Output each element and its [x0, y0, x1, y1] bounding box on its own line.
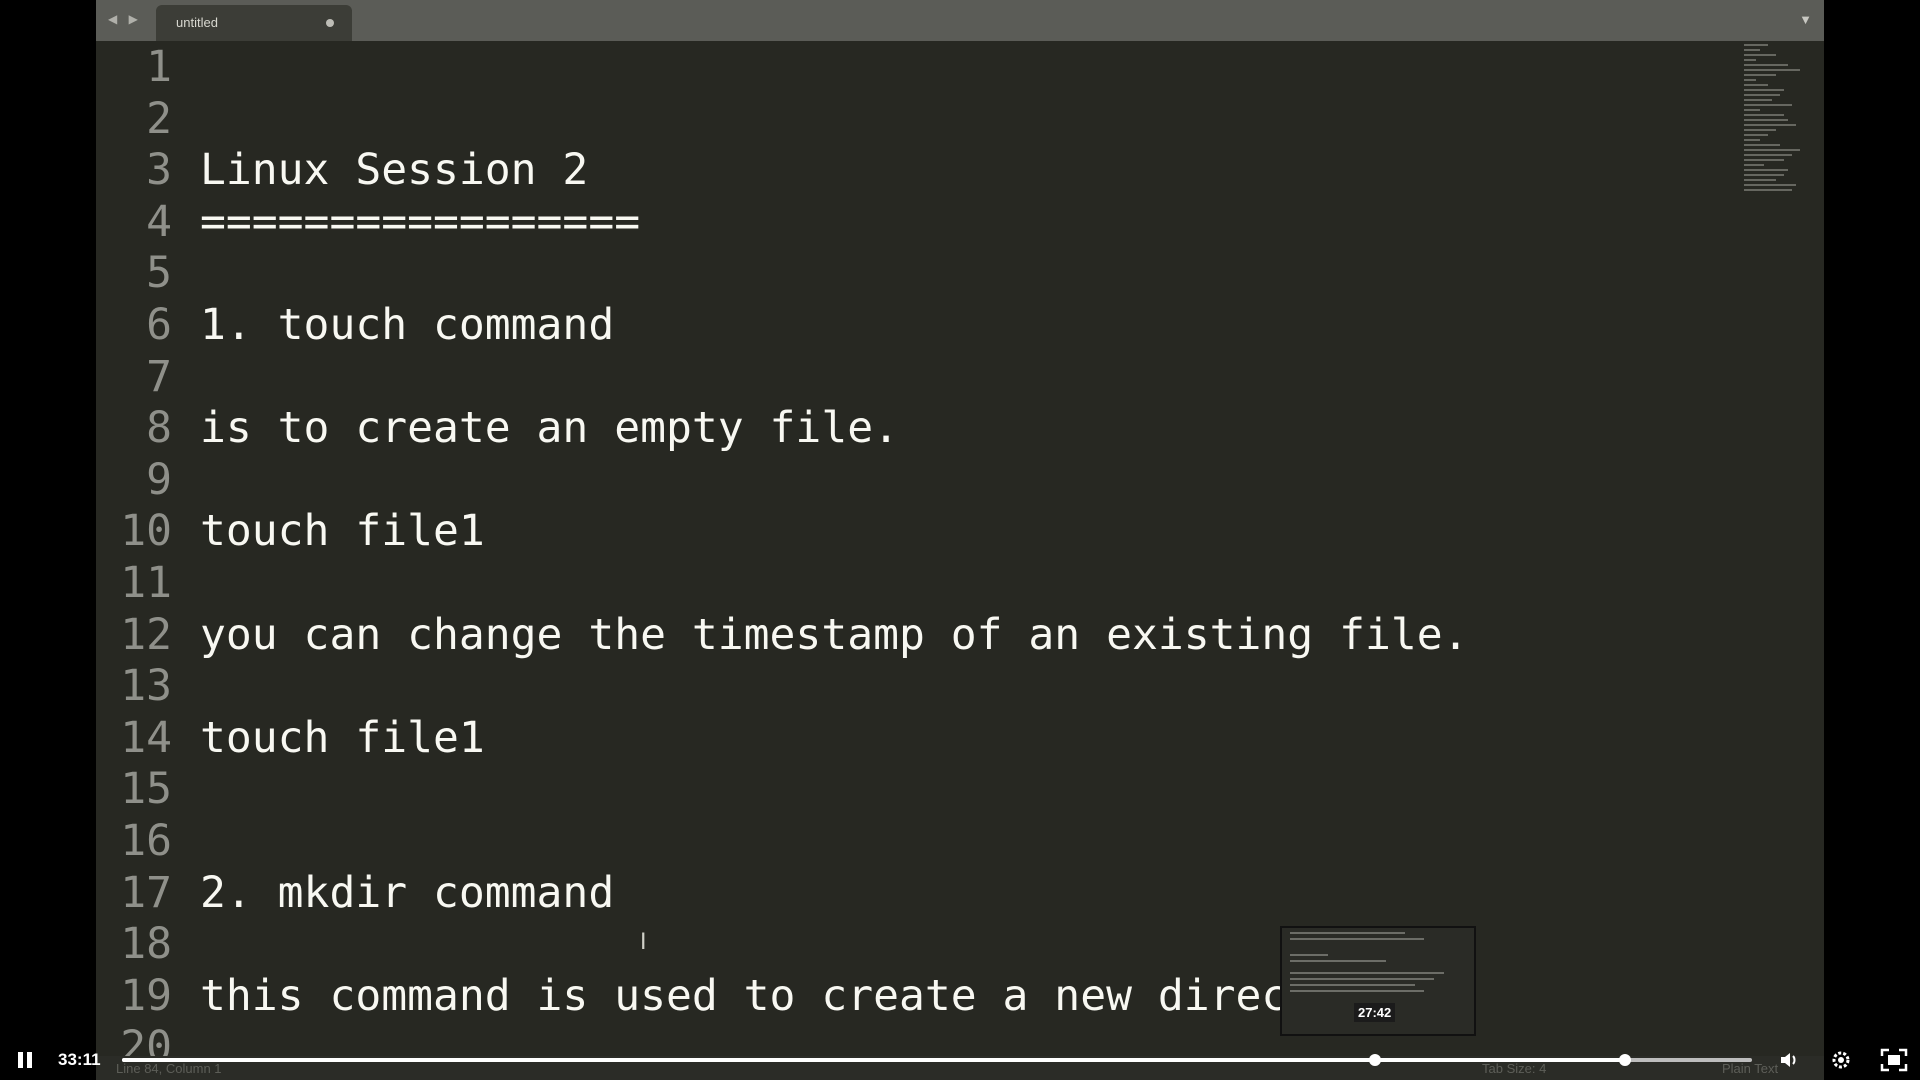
code-line[interactable]: 6 1. touch command [96, 299, 1726, 351]
tab-bar: ◀ ▶ untitled ▼ [96, 0, 1824, 41]
unsaved-dot-icon[interactable] [326, 19, 334, 27]
pause-icon[interactable] [12, 1048, 38, 1074]
minimap-line [1744, 184, 1796, 186]
minimap[interactable] [1744, 44, 1824, 254]
line-number: 19 [120, 970, 172, 1021]
line-number: 1 [146, 42, 172, 92]
line-number: 12 [120, 609, 172, 660]
line-number: 17 [120, 867, 172, 918]
volume-icon[interactable] [1776, 1048, 1804, 1072]
seek-preview-thumbnail: 27:42 [1280, 926, 1476, 1036]
minimap-line [1744, 139, 1760, 141]
minimap-line [1744, 114, 1784, 116]
line-text[interactable]: 1. touch command [200, 299, 614, 351]
minimap-line [1744, 169, 1788, 171]
line-number: 8 [146, 403, 172, 454]
preview-time: 27:42 [1354, 1003, 1396, 1022]
seek-bar[interactable] [122, 1054, 1752, 1066]
code-line[interactable]: 13 [96, 660, 1726, 712]
code-line[interactable]: 5 [96, 247, 1726, 299]
minimap-line [1744, 54, 1776, 56]
line-text[interactable]: this command is used to create a new dir… [200, 970, 1391, 1022]
seek-handle[interactable] [1618, 1054, 1631, 1066]
minimap-line [1744, 44, 1768, 46]
line-text[interactable]: you can change the timestamp of an exist… [200, 609, 1469, 661]
seek-hover-marker [1369, 1054, 1382, 1066]
line-number: 13 [120, 661, 172, 712]
line-text[interactable]: ================= [200, 196, 640, 248]
code-line[interactable]: 8 is to create an empty file. [96, 402, 1726, 454]
line-number: 2 [146, 93, 172, 144]
minimap-line [1744, 109, 1760, 111]
tab-title: untitled [176, 15, 218, 30]
code-area[interactable]: 1 2 3 Linux Session 2 4 ================= 5 6 1.… [96, 41, 1726, 1072]
code-line[interactable]: 2 [96, 93, 1726, 145]
line-number: 9 [146, 454, 172, 505]
code-line[interactable]: 16 [96, 815, 1726, 867]
minimap-line [1744, 124, 1796, 126]
line-number: 5 [146, 248, 172, 299]
minimap-line [1744, 84, 1768, 86]
minimap-line [1744, 74, 1776, 76]
code-line[interactable]: 3 Linux Session 2 [96, 144, 1726, 196]
minimap-line [1744, 134, 1768, 136]
tab-untitled[interactable]: untitled [156, 5, 352, 41]
line-text[interactable]: 2. mkdir command [200, 867, 614, 919]
line-number: 10 [120, 506, 172, 557]
line-text[interactable]: touch file1 [200, 505, 485, 557]
current-time: 33:11 [58, 1050, 101, 1069]
line-number: 18 [120, 919, 172, 970]
line-number: 4 [146, 196, 172, 247]
code-line[interactable]: 17 2. mkdir command [96, 867, 1726, 919]
tab-nav-arrows[interactable]: ◀ ▶ [108, 12, 142, 26]
minimap-line [1744, 144, 1780, 146]
minimap-line [1744, 94, 1780, 96]
code-line[interactable]: 7 [96, 351, 1726, 403]
tab-dropdown-icon[interactable]: ▼ [1799, 12, 1812, 27]
minimap-line [1744, 189, 1792, 191]
minimap-line [1744, 174, 1784, 176]
code-line[interactable]: 15 [96, 763, 1726, 815]
code-line[interactable]: 9 [96, 454, 1726, 506]
code-line[interactable]: 19 this command is used to create a new d… [96, 970, 1726, 1022]
seek-bar-played [122, 1058, 1625, 1062]
minimap-line [1744, 49, 1760, 51]
minimap-line [1744, 159, 1784, 161]
code-line[interactable]: 12 you can change the timestamp of an exi… [96, 609, 1726, 661]
line-text[interactable]: Linux Session 2 [200, 144, 588, 196]
code-line[interactable]: 1 [96, 41, 1726, 93]
sublime-editor-window: ◀ ▶ untitled ▼ 1 2 3 Linux Session 2 4 ======… [96, 0, 1824, 1080]
minimap-line [1744, 69, 1800, 71]
minimap-line [1744, 149, 1800, 151]
settings-gear-icon[interactable] [1827, 1048, 1855, 1072]
code-line[interactable]: 11 [96, 557, 1726, 609]
line-text[interactable]: is to create an empty file. [200, 402, 899, 454]
line-number: 6 [146, 300, 172, 350]
minimap-line [1744, 59, 1756, 61]
minimap-line [1744, 154, 1792, 156]
line-number: 14 [120, 712, 172, 763]
fullscreen-icon[interactable] [1880, 1048, 1908, 1072]
minimap-line [1744, 164, 1764, 166]
minimap-line [1744, 119, 1788, 121]
line-number: 16 [120, 816, 172, 866]
minimap-line [1744, 79, 1756, 81]
video-player-controls: 33:11 [0, 1040, 1920, 1080]
minimap-line [1744, 179, 1776, 181]
minimap-line [1744, 104, 1792, 106]
minimap-line [1744, 99, 1772, 101]
code-line[interactable]: 14 touch file1 [96, 712, 1726, 764]
line-number: 3 [146, 145, 172, 196]
line-number: 11 [120, 558, 172, 608]
minimap-line [1744, 89, 1784, 91]
line-text[interactable]: touch file1 [200, 712, 485, 764]
code-line[interactable]: 4 ================= [96, 196, 1726, 248]
code-line[interactable]: 18 [96, 918, 1726, 970]
code-line[interactable]: 10 touch file1 [96, 505, 1726, 557]
line-number: 7 [146, 351, 172, 402]
text-cursor-icon: I [640, 930, 647, 955]
minimap-line [1744, 64, 1788, 66]
line-number: 15 [120, 764, 172, 815]
minimap-line [1744, 129, 1776, 131]
